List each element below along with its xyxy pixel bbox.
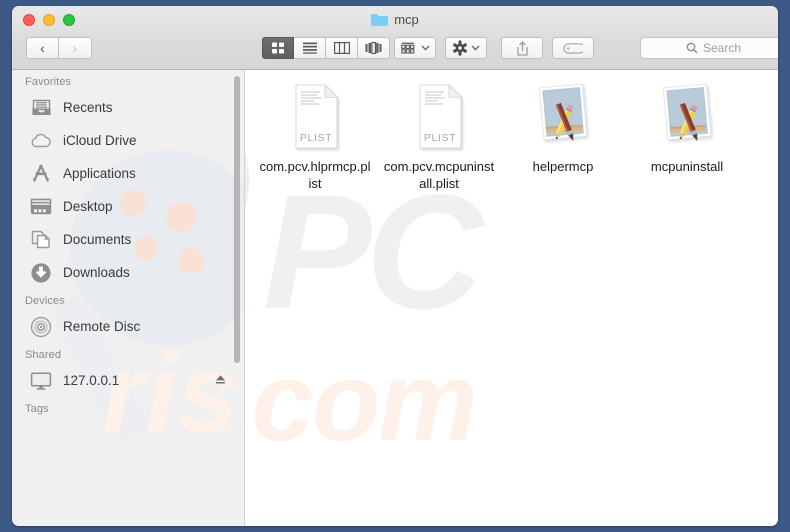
chevron-right-icon: › [72, 40, 78, 56]
search-placeholder: Search [702, 41, 742, 55]
back-button[interactable]: ‹ [26, 37, 59, 59]
grid-icon [272, 42, 284, 54]
sidebar-section-devices: Devices [25, 295, 65, 307]
recents-icon [30, 97, 52, 119]
list-view-button[interactable] [294, 37, 326, 59]
icon-view-button[interactable] [262, 37, 294, 59]
gallery-view-button[interactable] [358, 37, 390, 59]
plist-file-icon: PLIST [408, 82, 470, 152]
watermark-primary-text: PC [263, 160, 483, 343]
action-button[interactable] [445, 37, 487, 59]
file-item[interactable]: PLIST com.pcv.hlprmcp.plist [253, 82, 377, 192]
file-label: com.pcv.mcpuninstall.plist [383, 159, 495, 191]
sidebar-section-tags: Tags [25, 403, 49, 415]
traffic-lights [23, 14, 75, 26]
forward-button[interactable]: › [59, 37, 92, 59]
plist-file-icon: PLIST [284, 82, 346, 152]
sidebar-item-applications[interactable]: Applications [12, 157, 244, 190]
view-mode-buttons [262, 37, 390, 59]
watermark-secondary-text: risk.com [245, 339, 478, 464]
sidebar-item-icloud-drive[interactable]: iCloud Drive [12, 124, 244, 157]
finder-window: mcp ‹ › Search ris Favorites Recents iCl… [12, 6, 778, 526]
file-item[interactable]: PLIST com.pcv.mcpuninstall.plist [377, 82, 501, 192]
file-label: mcpuninstall [650, 159, 724, 174]
sidebar-item-label: 127.0.0.1 [63, 373, 120, 388]
columns-icon [333, 42, 350, 54]
share-icon [516, 40, 528, 56]
window-title: mcp [12, 12, 778, 27]
file-area[interactable]: PC risk.com [245, 70, 778, 526]
chevron-left-icon: ‹ [40, 40, 45, 56]
toolbar: ‹ › Search [12, 33, 778, 63]
file-label: helpermcp [532, 159, 594, 174]
sidebar-section-shared: Shared [25, 349, 62, 361]
sidebar-item-recents[interactable]: Recents [12, 91, 244, 124]
sidebar-item-label: Documents [63, 232, 132, 247]
folder-icon [371, 13, 389, 26]
downloads-icon [30, 262, 52, 284]
maximize-button[interactable] [63, 14, 75, 26]
coverflow-icon [365, 42, 382, 54]
sidebar-item-downloads[interactable]: Downloads [12, 256, 244, 289]
arrange-button[interactable] [394, 37, 436, 59]
sidebar-item-label: iCloud Drive [63, 133, 137, 148]
close-button[interactable] [23, 14, 35, 26]
search-icon [686, 42, 698, 54]
eject-icon[interactable] [215, 374, 226, 388]
sidebar-item-label: Applications [63, 166, 136, 181]
gear-icon [453, 40, 467, 56]
sidebar-item-documents[interactable]: Documents [12, 223, 244, 256]
chevron-down-icon [420, 45, 430, 51]
search-input[interactable]: Search [640, 37, 778, 59]
sidebar-item-label: Desktop [63, 199, 113, 214]
window-title-text: mcp [394, 12, 419, 27]
minimize-button[interactable] [43, 14, 55, 26]
sidebar-item-label: Downloads [63, 265, 130, 280]
file-item[interactable]: mcpuninstall [625, 82, 749, 192]
plist-badge-text: PLIST [300, 132, 332, 144]
documents-icon [30, 229, 52, 251]
action-buttons [501, 37, 594, 59]
screenshot-root: mcp ‹ › Search ris Favorites Recents iCl… [0, 0, 790, 532]
dropdown-buttons [394, 37, 487, 59]
window-body: risk.com Favorites [12, 70, 778, 526]
titlebar: mcp ‹ › Search [12, 6, 778, 70]
column-view-button[interactable] [326, 37, 358, 59]
share-button[interactable] [501, 37, 543, 59]
navigation-buttons: ‹ › [26, 37, 92, 59]
desktop-icon [30, 196, 52, 218]
arrange-icon [400, 42, 414, 54]
optical-disc-icon [30, 316, 52, 338]
applications-icon [30, 163, 52, 185]
icloud-icon [30, 130, 52, 152]
sidebar-section-favorites: Favorites [25, 76, 72, 88]
app-file-icon [656, 82, 718, 152]
plist-badge-text: PLIST [424, 132, 456, 144]
list-icon [302, 42, 317, 54]
sidebar-item-desktop[interactable]: Desktop [12, 190, 244, 223]
file-grid: PLIST com.pcv.hlprmcp.plist PLIST com.pc… [245, 70, 778, 192]
file-item[interactable]: helpermcp [501, 82, 625, 192]
sidebar-item-label: Remote Disc [63, 319, 141, 334]
sidebar-item-label: Recents [63, 100, 113, 115]
file-label: com.pcv.hlprmcp.plist [259, 159, 371, 191]
sidebar-item-remote-disc[interactable]: Remote Disc [12, 310, 244, 343]
computer-icon [30, 370, 52, 392]
tag-icon [563, 42, 583, 54]
app-file-icon [532, 82, 594, 152]
sidebar-item-127-0-0-1[interactable]: 127.0.0.1 [12, 364, 244, 397]
tag-button[interactable] [552, 37, 594, 59]
sidebar: risk.com Favorites [12, 70, 245, 526]
chevron-down-icon [471, 45, 480, 51]
